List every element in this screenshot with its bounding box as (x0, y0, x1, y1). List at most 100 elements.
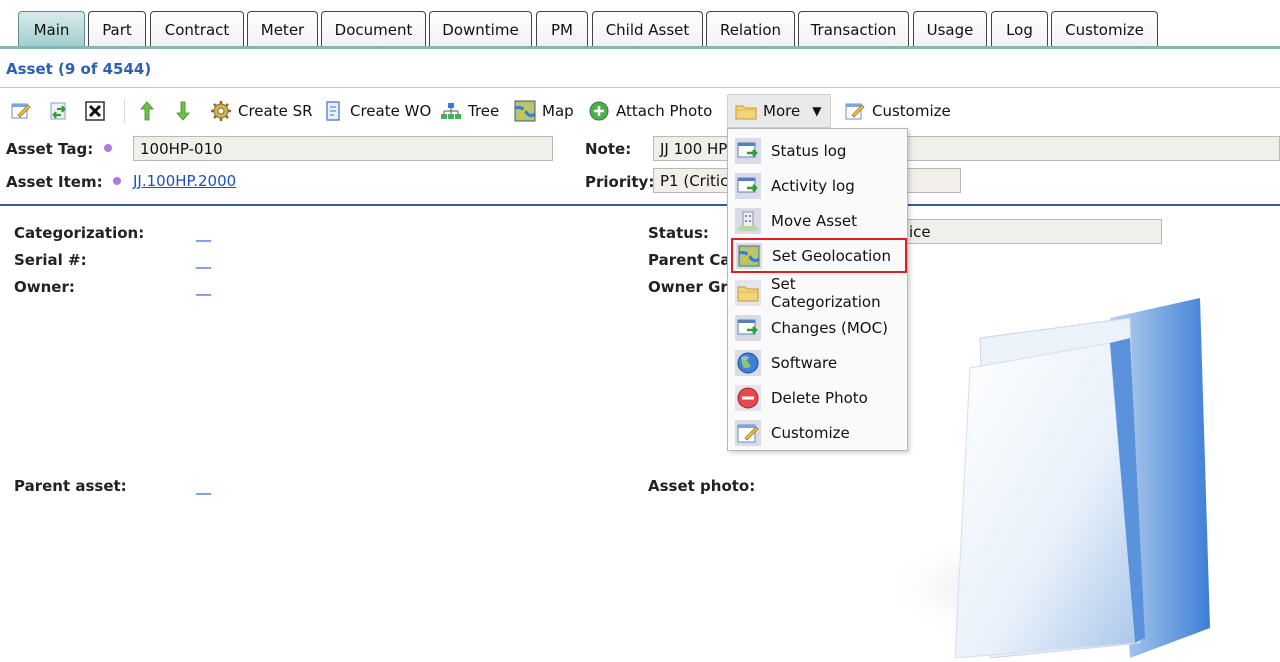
asset-tag-field[interactable]: 100HP-010 (133, 136, 553, 161)
tab-pm[interactable]: PM (536, 11, 588, 48)
serial-link[interactable]: __ (196, 251, 211, 269)
asset-photo-placeholder (880, 298, 1210, 659)
menu-item-delete-photo[interactable]: Delete Photo (728, 380, 907, 415)
move-up-button[interactable] (132, 94, 162, 128)
tree-icon (440, 100, 462, 122)
tab-relation[interactable]: Relation (706, 11, 795, 48)
customize-label: Customize (872, 102, 951, 120)
menu-item-label: Activity log (771, 176, 855, 195)
customize-button[interactable]: Customize (840, 94, 955, 128)
parent-asset-link[interactable]: __ (196, 477, 211, 495)
required-indicator (104, 144, 112, 152)
menu-item-label: Status log (771, 141, 847, 160)
green-arrow-doc-icon (735, 172, 761, 199)
tab-downtime[interactable]: Downtime (429, 11, 532, 48)
map-button[interactable]: Map (510, 94, 578, 128)
map-label: Map (542, 102, 574, 120)
tab-usage-label: Usage (926, 21, 974, 39)
tab-log-label: Log (1006, 21, 1033, 39)
menu-item-label: Customize (771, 423, 850, 442)
tab-document-label: Document (334, 21, 413, 39)
menu-item-label: Set Geolocation (772, 246, 891, 265)
menu-item-label: Set Categorization (771, 274, 881, 311)
owner-link[interactable]: __ (196, 278, 211, 296)
parent-category-label: Parent Ca (648, 251, 731, 269)
tab-contract-label: Contract (164, 21, 230, 39)
map-icon (514, 100, 536, 122)
menu-item-customize[interactable]: Customize (728, 415, 907, 450)
toolbar-separator (124, 98, 125, 124)
tab-part[interactable]: Part (88, 11, 146, 48)
parent-asset-label: Parent asset: (14, 477, 127, 495)
green-arrow-doc-icon (735, 137, 761, 164)
move-down-button[interactable] (168, 94, 198, 128)
menu-item-changes-moc[interactable]: Changes (MOC) (728, 310, 907, 345)
create-wo-label: Create WO (350, 102, 432, 120)
create-sr-button[interactable]: Create SR (206, 94, 317, 128)
categorization-label: Categorization: (14, 224, 145, 242)
priority-label: Priority: (585, 173, 655, 191)
more-dropdown-button[interactable]: More ▼ (727, 94, 831, 128)
tab-customize[interactable]: Customize (1051, 11, 1158, 48)
arrow-up-icon (136, 100, 158, 122)
serial-label: Serial #: (14, 251, 87, 269)
customize-icon (844, 100, 866, 122)
required-indicator (113, 177, 121, 185)
menu-item-label: Move Asset (771, 211, 857, 230)
tab-usage[interactable]: Usage (913, 11, 987, 48)
tab-transaction[interactable]: Transaction (798, 11, 909, 48)
tab-contract[interactable]: Contract (150, 11, 244, 48)
refresh-button[interactable] (44, 94, 74, 128)
folder-icon (735, 279, 761, 306)
asset-item-link[interactable]: JJ.100HP.2000 (133, 172, 236, 190)
plus-circle-icon (588, 100, 610, 122)
divider (0, 87, 1280, 88)
tab-document[interactable]: Document (321, 11, 426, 48)
tab-relation-label: Relation (719, 21, 782, 39)
close-icon (84, 100, 106, 122)
tree-button[interactable]: Tree (436, 94, 503, 128)
tab-main-label: Main (33, 21, 70, 39)
attach-photo-button[interactable]: Attach Photo (584, 94, 716, 128)
tab-underline (0, 46, 1280, 49)
menu-item-set-categorization[interactable]: Set Categorization (728, 274, 907, 311)
more-dropdown-menu: Status log Activity log Move Asset Set G… (727, 128, 908, 451)
tab-child-asset[interactable]: Child Asset (592, 11, 703, 48)
menu-item-activity-log[interactable]: Activity log (728, 168, 907, 203)
tab-customize-label: Customize (1065, 21, 1144, 39)
delete-button[interactable] (80, 94, 110, 128)
create-sr-label: Create SR (238, 102, 313, 120)
edit-button[interactable] (6, 94, 36, 128)
asset-item-label: Asset Item: (6, 173, 103, 191)
menu-item-software[interactable]: Software (728, 345, 907, 380)
categorization-link[interactable]: __ (196, 224, 211, 242)
owner-group-label: Owner Gr (648, 278, 728, 296)
move-asset-icon (735, 207, 761, 234)
note-label: Note: (585, 140, 632, 158)
owner-label: Owner: (14, 278, 75, 296)
tree-label: Tree (468, 102, 500, 120)
tab-pm-label: PM (551, 21, 573, 39)
section-divider (0, 204, 1280, 206)
menu-item-move-asset[interactable]: Move Asset (728, 203, 907, 238)
menu-item-status-log[interactable]: Status log (728, 133, 907, 168)
tab-log[interactable]: Log (991, 11, 1048, 48)
page-title: Asset (9 of 4544) (6, 60, 152, 78)
status-label: Status: (648, 224, 709, 242)
tab-child-asset-label: Child Asset (605, 21, 690, 39)
edit-icon (10, 100, 32, 122)
tab-main[interactable]: Main (18, 11, 85, 48)
asset-tag-label: Asset Tag: (6, 140, 94, 158)
attach-photo-label: Attach Photo (616, 102, 713, 120)
minus-circle-icon (735, 384, 761, 411)
caret-down-icon: ▼ (812, 104, 822, 118)
globe-icon (735, 349, 761, 376)
tab-bar: Main Part Contract Meter Document Downti… (0, 0, 1280, 49)
arrow-down-icon (172, 100, 194, 122)
menu-item-label: Delete Photo (771, 388, 868, 407)
toolbar: Create SR Create WO Tree Map Attach Phot… (0, 94, 960, 128)
menu-item-set-geolocation[interactable]: Set Geolocation (731, 238, 907, 273)
tab-meter[interactable]: Meter (247, 11, 318, 48)
create-wo-button[interactable]: Create WO (318, 94, 435, 128)
status-field[interactable]: ice (900, 219, 1162, 244)
